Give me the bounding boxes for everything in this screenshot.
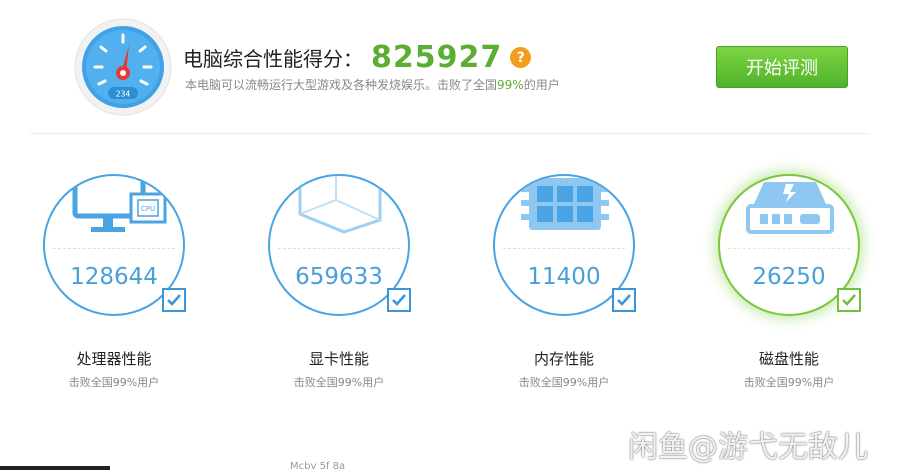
cpu-title: 处理器性能 <box>76 350 152 368</box>
gpu-score: 659633 <box>295 264 383 290</box>
memory-title: 内存性能 <box>533 350 594 368</box>
score-line: 电脑综合性能得分： 825927 ? <box>183 40 532 75</box>
cpu-subtitle: 击败全国99%用户 <box>68 376 160 389</box>
circle-divider <box>278 248 400 249</box>
disk-title: 磁盘性能 <box>758 350 819 368</box>
disk-score: 26250 <box>752 264 826 290</box>
svg-text:CPU: CPU <box>141 205 155 213</box>
score-description: 本电脑可以流畅运行大型游戏及各种发烧娱乐。击败了全国99%的用户 <box>185 76 560 93</box>
watermark: 闲鱼@游弋无敌儿 <box>628 430 868 465</box>
circle-divider <box>728 248 850 249</box>
taskbar-edge <box>0 466 110 470</box>
divider <box>30 133 870 134</box>
circle-divider <box>503 248 625 249</box>
desc-suffix: 的用户 <box>523 78 560 92</box>
check-icon <box>387 288 411 312</box>
cpu-card: CPU 128644 处理器性能 击败全国99%用户 <box>14 170 214 400</box>
circle-divider <box>53 248 175 249</box>
question-icon[interactable]: ? <box>510 47 532 68</box>
check-icon <box>612 288 636 312</box>
gpu-subtitle: 击败全国99%用户 <box>293 376 385 389</box>
memory-card: 11400 内存性能 击败全国99%用户 <box>464 170 664 400</box>
memory-score: 11400 <box>527 264 601 290</box>
desc-percent: 99% <box>497 78 524 92</box>
start-benchmark-button[interactable]: 开始评测 <box>716 46 848 88</box>
check-icon <box>837 288 861 312</box>
cpu-score: 128644 <box>70 264 158 290</box>
speedometer-icon: 234 <box>74 18 172 116</box>
gpu-card: 659633 显卡性能 击败全国99%用户 <box>239 170 439 400</box>
score-label: 电脑综合性能得分： <box>183 47 363 71</box>
disk-card: 26250 磁盘性能 击败全国99%用户 <box>689 170 889 400</box>
disk-subtitle: 击败全国99%用户 <box>743 376 835 389</box>
desc-prefix: 本电脑可以流畅运行大型游戏及各种发烧娱乐。击败了全国 <box>185 78 498 92</box>
total-score: 825927 <box>371 40 503 75</box>
gpu-title: 显卡性能 <box>308 350 369 368</box>
cut-off-text: Mcbv 5f 8a <box>290 461 346 472</box>
memory-subtitle: 击败全国99%用户 <box>518 376 610 389</box>
check-icon <box>162 288 186 312</box>
gauge-readout: 234 <box>116 90 131 99</box>
